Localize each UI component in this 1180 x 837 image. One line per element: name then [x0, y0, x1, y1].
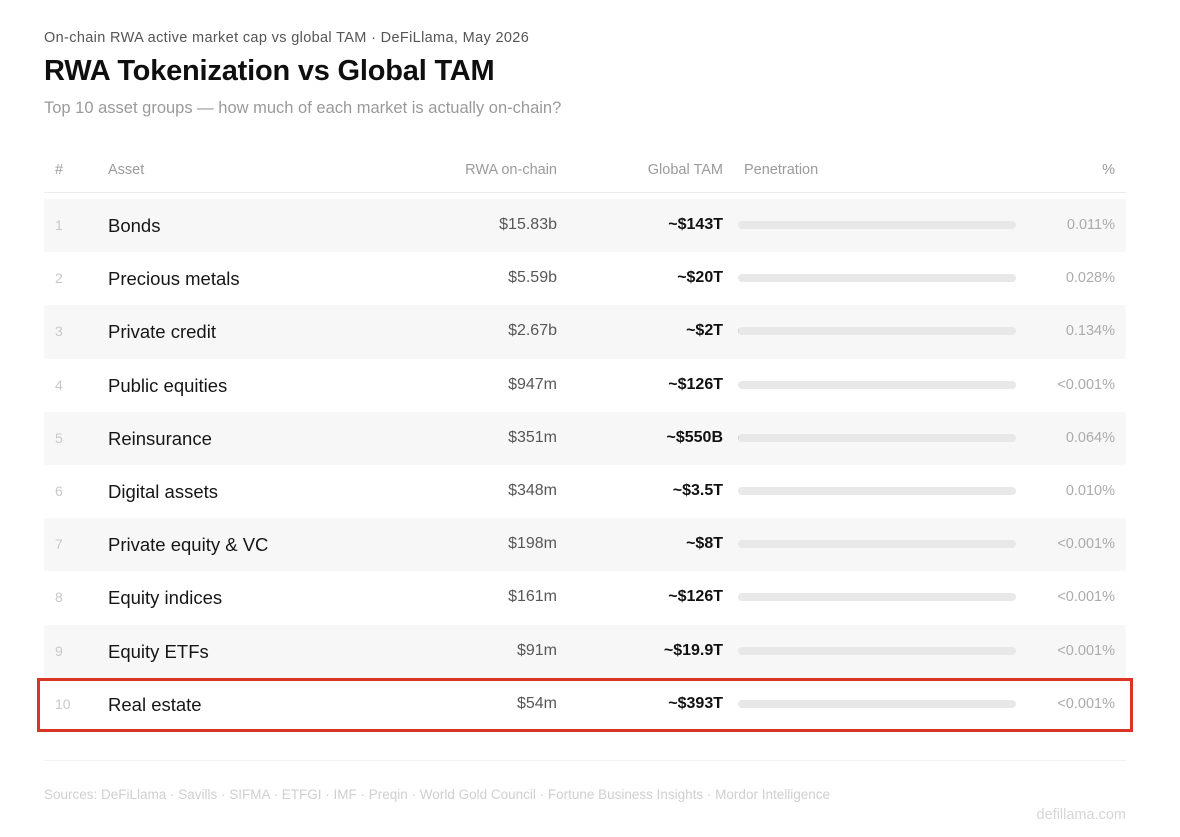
penetration-bar	[738, 433, 1016, 442]
penetration-percent: 0.010%	[1065, 482, 1115, 499]
rwa-onchain-value: $161m	[508, 588, 557, 606]
asset-name[interactable]: Real estate	[108, 694, 202, 716]
row-number: 9	[55, 642, 63, 659]
asset-name[interactable]: Public equities	[108, 375, 227, 397]
sources-note: Sources: DeFiLlama · Savills · SIFMA · E…	[44, 787, 830, 802]
row-number: 2	[55, 270, 63, 287]
asset-name[interactable]: Equity indices	[108, 587, 222, 609]
rwa-onchain-value: $348m	[508, 481, 557, 499]
penetration-bar	[738, 699, 1016, 708]
penetration-bar	[738, 221, 1016, 229]
row-number: 3	[55, 323, 63, 340]
table-body: 1 Bonds $15.83b ~$143T 0.011% 2 Precious metal…	[44, 199, 1126, 731]
row-number: 5	[55, 429, 63, 446]
penetration-bar	[738, 380, 1016, 389]
row-number: 7	[55, 536, 63, 553]
asset-name[interactable]: Precious metals	[108, 268, 240, 290]
global-tam-value: ~$550B	[666, 428, 724, 446]
asset-name[interactable]: Digital assets	[108, 481, 218, 503]
penetration-percent: 0.064%	[1065, 429, 1115, 446]
rwa-onchain-value: $198m	[508, 535, 557, 553]
table-row[interactable]: 6 Digital assets $348m ~$3.5T 0.010%	[44, 465, 1126, 518]
rwa-onchain-value: $15.83b	[499, 216, 557, 233]
global-tam-value: ~$126T	[668, 588, 723, 606]
header-penetration[interactable]: Penetration	[744, 162, 818, 178]
global-tam-value: ~$2T	[686, 322, 723, 340]
penetration-percent: <0.001%	[1057, 536, 1115, 553]
table-row[interactable]: 10 Real estate $54m ~$393T <0.001%	[44, 678, 1126, 731]
penetration-bar	[738, 327, 1016, 336]
row-number: 1	[55, 217, 63, 233]
rwa-onchain-value: $5.59b	[508, 269, 557, 287]
asset-name[interactable]: Reinsurance	[108, 428, 212, 450]
header-number: #	[55, 162, 64, 178]
row-number: 4	[55, 376, 63, 393]
row-number: 10	[55, 695, 71, 712]
global-tam-value: ~$3.5T	[672, 481, 723, 499]
penetration-bar	[738, 593, 1016, 602]
table-row[interactable]: 7 Private equity & VC $198m ~$8T <0.001%	[44, 518, 1126, 572]
global-tam-value: ~$126T	[668, 375, 723, 393]
penetration-percent: <0.001%	[1057, 695, 1115, 712]
page-title: RWA Tokenization vs Global TAM	[44, 55, 495, 87]
header-global-tam[interactable]: Global TAM	[648, 162, 723, 178]
asset-name[interactable]: Bonds	[108, 215, 160, 237]
global-tam-value: ~$20T	[677, 269, 723, 287]
row-number: 8	[55, 589, 63, 606]
penetration-bar	[738, 540, 1016, 549]
table-row[interactable]: 2 Precious metals $5.59b ~$20T 0.028%	[44, 252, 1126, 305]
brand-link[interactable]: defillama.com	[1037, 807, 1126, 823]
footer-divider	[44, 760, 1126, 761]
global-tam-value: ~$8T	[686, 535, 723, 553]
table-row[interactable]: 9 Equity ETFs $91m ~$19.9T <0.001%	[44, 624, 1126, 678]
rwa-onchain-value: $947m	[508, 375, 557, 393]
rwa-onchain-value: $351m	[508, 428, 557, 446]
table-row[interactable]: 3 Private credit $2.67b ~$2T 0.134%	[44, 305, 1126, 359]
penetration-percent: 0.134%	[1065, 323, 1115, 340]
penetration-percent: 0.028%	[1065, 270, 1115, 287]
penetration-percent: <0.001%	[1057, 589, 1115, 606]
penetration-bar	[738, 646, 1016, 655]
global-tam-value: ~$19.9T	[663, 641, 723, 659]
rwa-onchain-value: $54m	[516, 694, 557, 712]
asset-name[interactable]: Private credit	[108, 321, 216, 343]
header-rwa-onchain[interactable]: RWA on-chain	[465, 162, 557, 178]
global-tam-value: ~$143T	[668, 216, 723, 233]
page-subtitle: Top 10 asset groups — how much of each m…	[44, 99, 562, 117]
penetration-bar	[738, 274, 1016, 283]
penetration-percent: 0.011%	[1066, 217, 1115, 233]
asset-name[interactable]: Private equity & VC	[108, 534, 268, 556]
penetration-percent: <0.001%	[1057, 642, 1115, 659]
row-number: 6	[55, 482, 63, 499]
rwa-onchain-value: $2.67b	[508, 322, 557, 340]
global-tam-value: ~$393T	[668, 694, 723, 712]
header-percent[interactable]: %	[1102, 162, 1115, 178]
rwa-page: On-chain RWA active market cap vs global…	[44, 0, 1126, 837]
table-row[interactable]: 4 Public equities $947m ~$126T <0.001%	[44, 359, 1126, 412]
table-row[interactable]: 5 Reinsurance $351m ~$550B 0.064%	[44, 411, 1126, 465]
rwa-onchain-value: $91m	[516, 641, 557, 659]
source-caption: On-chain RWA active market cap vs global…	[44, 30, 530, 46]
penetration-percent: <0.001%	[1057, 376, 1115, 393]
table-row[interactable]: 1 Bonds $15.83b ~$143T 0.011%	[44, 199, 1126, 253]
asset-name[interactable]: Equity ETFs	[108, 641, 209, 663]
header-asset[interactable]: Asset	[108, 162, 144, 178]
table-row[interactable]: 8 Equity indices $161m ~$126T <0.001%	[44, 571, 1126, 624]
penetration-bar	[738, 486, 1016, 495]
table-header: # Asset RWA on-chain Global TAM Penetrat…	[44, 152, 1126, 193]
